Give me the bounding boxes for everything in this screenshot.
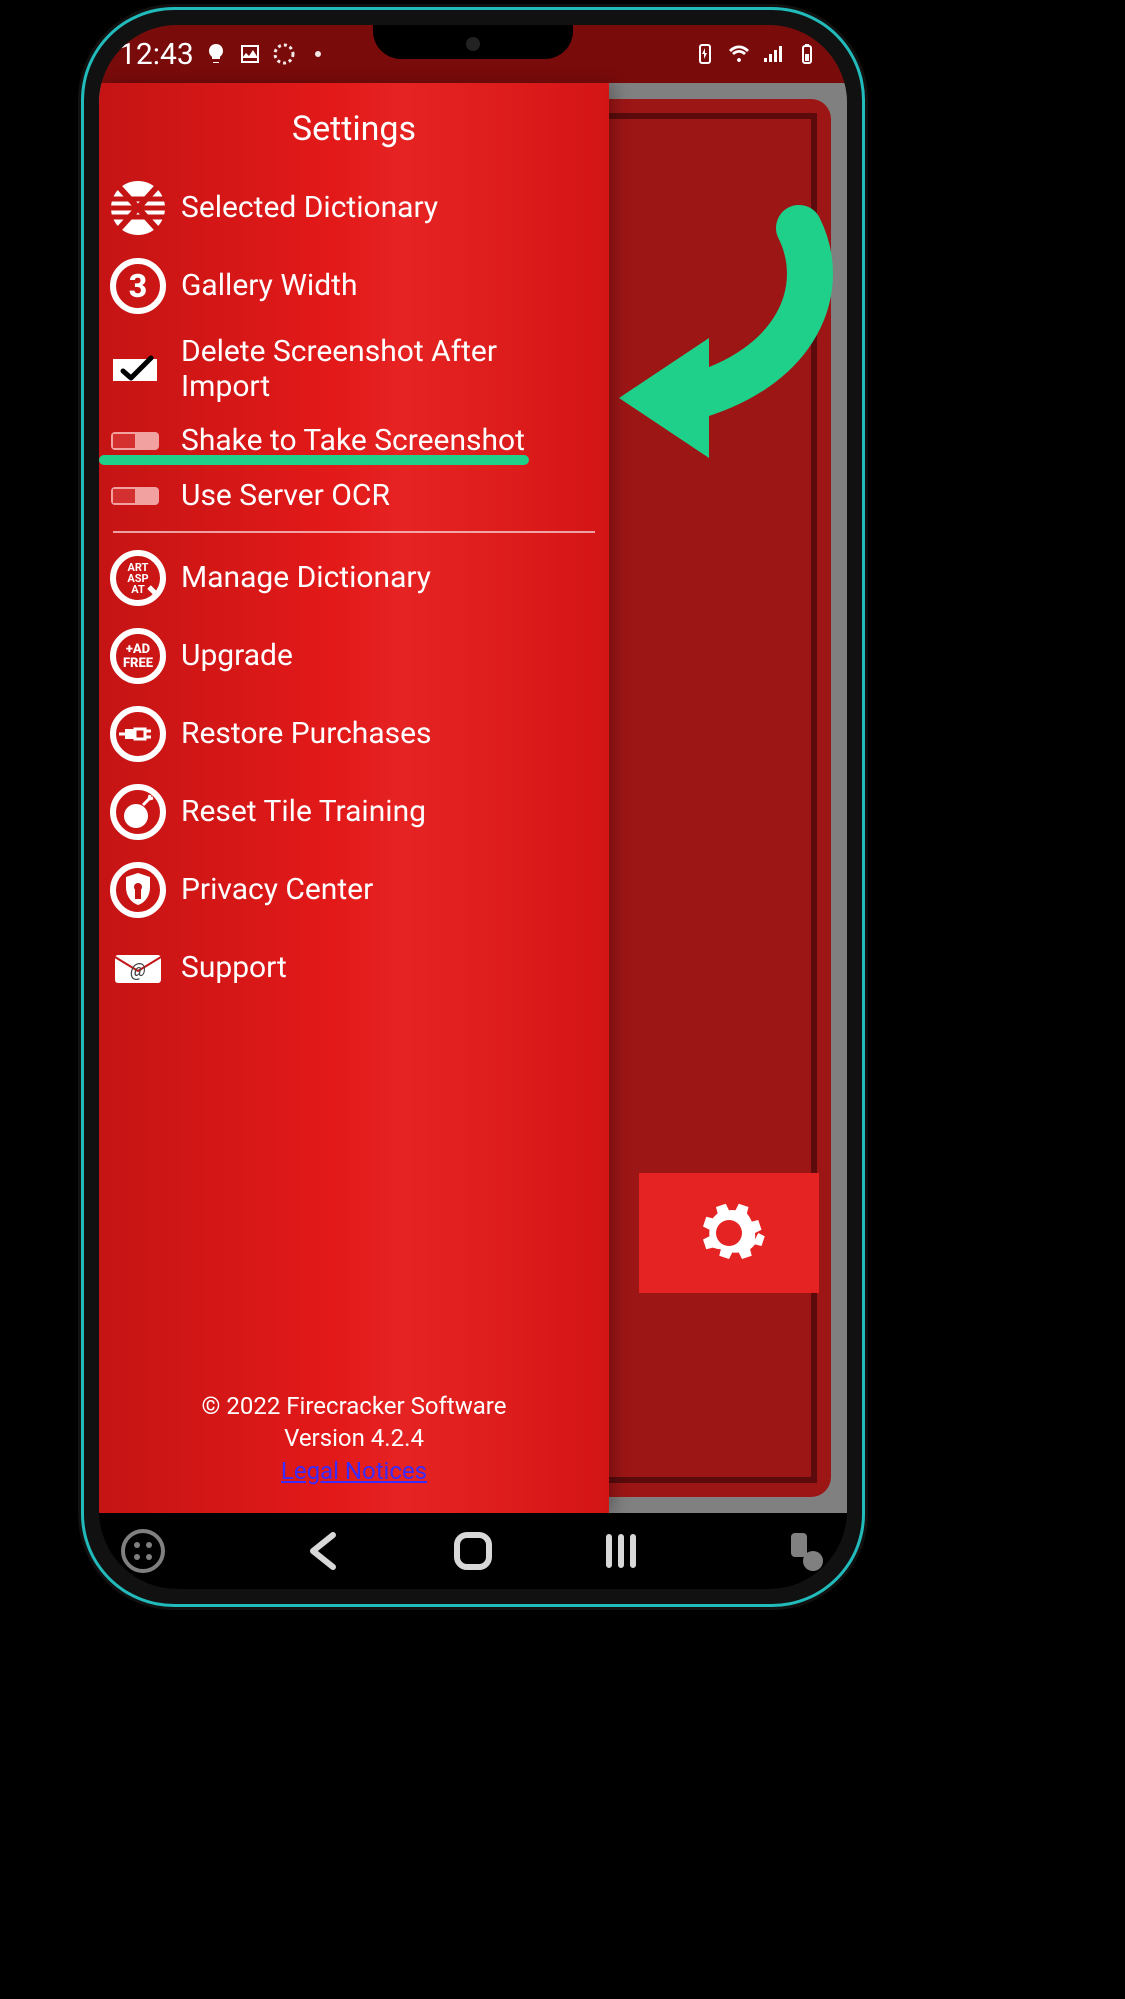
bulb-icon xyxy=(204,42,228,66)
label: Restore Purchases xyxy=(181,717,432,752)
label: Shake to Take Screenshot xyxy=(181,424,525,459)
label: Use Server OCR xyxy=(181,479,390,514)
status-time: 12:43 xyxy=(119,37,194,72)
svg-text:FREE: FREE xyxy=(123,656,154,671)
plug-icon xyxy=(109,705,167,763)
bomb-icon xyxy=(109,783,167,841)
nav-back-icon[interactable] xyxy=(301,1527,349,1575)
nav-recent-icon[interactable] xyxy=(597,1527,645,1575)
settings-footer: © 2022 Firecracker Software Version 4.2.… xyxy=(99,1390,609,1487)
divider xyxy=(113,531,595,533)
nav-home-icon[interactable] xyxy=(449,1527,497,1575)
shield-icon xyxy=(109,861,167,919)
row-privacy-center[interactable]: Privacy Center xyxy=(99,851,609,929)
gallery-width-value: 3 xyxy=(129,267,147,305)
settings-panel: Settings Selected Dictionary 3 Gallery W… xyxy=(99,83,609,1513)
footer-copyright: © 2022 Firecracker Software xyxy=(99,1390,609,1422)
nav-extra-right-icon[interactable] xyxy=(779,1527,827,1575)
mail-icon: @ xyxy=(109,939,167,997)
checkbox-checked-icon[interactable] xyxy=(109,355,161,385)
gear-icon xyxy=(690,1194,768,1272)
image-icon xyxy=(238,42,262,66)
label: Support xyxy=(181,951,287,986)
label: Reset Tile Training xyxy=(181,795,426,830)
row-upgrade[interactable]: +ADFREE Upgrade xyxy=(99,617,609,695)
android-navbar xyxy=(99,1513,847,1589)
footer-version: Version 4.2.4 xyxy=(99,1422,609,1454)
dot-icon xyxy=(306,42,330,66)
nav-extra-left-icon[interactable] xyxy=(119,1527,167,1575)
app-content: Settings Selected Dictionary 3 Gallery W… xyxy=(99,83,847,1513)
label: Manage Dictionary xyxy=(181,561,431,596)
row-support[interactable]: @ Support xyxy=(99,929,609,1007)
status-right xyxy=(693,42,819,66)
row-delete-after-import[interactable]: Delete Screenshot After Import xyxy=(99,325,609,414)
row-restore-purchases[interactable]: Restore Purchases xyxy=(99,695,609,773)
dictionary-icon: ARTASPAT xyxy=(109,549,167,607)
battery-saver-icon xyxy=(693,42,717,66)
svg-text:@: @ xyxy=(130,960,146,981)
toggle-off-icon[interactable] xyxy=(109,426,161,456)
settings-button[interactable] xyxy=(639,1173,819,1293)
row-manage-dictionary[interactable]: ARTASPAT Manage Dictionary xyxy=(99,539,609,617)
signal-icon xyxy=(761,42,785,66)
number-icon: 3 xyxy=(109,257,167,315)
toggle-off-icon[interactable] xyxy=(109,481,161,511)
row-gallery-width[interactable]: 3 Gallery Width xyxy=(99,247,609,325)
adfree-icon: +ADFREE xyxy=(109,627,167,685)
label: Privacy Center xyxy=(181,873,373,908)
label: Delete Screenshot After Import xyxy=(181,335,593,404)
row-selected-dictionary[interactable]: Selected Dictionary xyxy=(99,169,609,247)
phone-screen: 12:43 xyxy=(99,25,847,1589)
battery-icon xyxy=(795,42,819,66)
label: Upgrade xyxy=(181,639,293,674)
spinner-icon xyxy=(272,42,296,66)
label: Selected Dictionary xyxy=(181,191,438,226)
status-left: 12:43 xyxy=(119,37,330,72)
row-reset-training[interactable]: Reset Tile Training xyxy=(99,773,609,851)
settings-title: Settings xyxy=(99,83,609,169)
svg-text:+AD: +AD xyxy=(126,642,150,657)
wifi-icon xyxy=(727,42,751,66)
phone-frame: 12:43 xyxy=(84,10,862,1604)
row-server-ocr[interactable]: Use Server OCR xyxy=(99,469,609,524)
flag-icon xyxy=(109,179,167,237)
annotation-underline xyxy=(99,455,529,465)
legal-notices-link[interactable]: Legal Notices xyxy=(281,1457,427,1485)
label: Gallery Width xyxy=(181,269,357,304)
notch xyxy=(373,25,573,59)
svg-text:AT: AT xyxy=(131,583,145,596)
